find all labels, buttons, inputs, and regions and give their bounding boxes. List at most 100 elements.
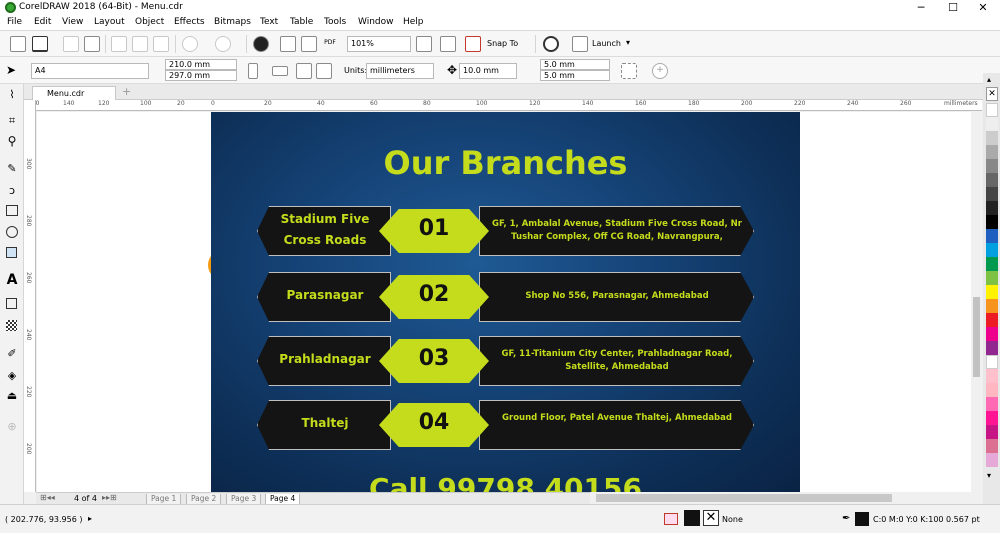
shape-tool-icon[interactable]: ⌇ bbox=[4, 88, 20, 104]
launch-button[interactable]: Launch bbox=[592, 39, 621, 48]
horizontal-ruler[interactable]: 160 140 120 100 20 0 20 40 60 80 100 120… bbox=[28, 100, 982, 111]
interactive-fill-tool-icon[interactable]: ◈ bbox=[4, 369, 20, 385]
zoom-level-field[interactable]: 101% bbox=[347, 36, 411, 52]
vertical-scrollbar[interactable] bbox=[971, 111, 982, 492]
color-swatch[interactable] bbox=[986, 383, 998, 397]
menu-object[interactable]: Object bbox=[135, 17, 164, 27]
polygon-tool-icon[interactable] bbox=[6, 247, 17, 258]
fill-indicator-icon[interactable] bbox=[664, 513, 678, 525]
redo-icon[interactable] bbox=[215, 36, 231, 52]
cut-icon[interactable] bbox=[111, 36, 127, 52]
color-swatch[interactable] bbox=[986, 229, 998, 243]
color-swatch[interactable] bbox=[986, 271, 998, 285]
menu-view[interactable]: View bbox=[62, 17, 83, 27]
export-icon[interactable] bbox=[301, 36, 317, 52]
page-size-select[interactable]: A4 bbox=[31, 63, 149, 79]
pick-tool-icon[interactable]: ➤ bbox=[6, 63, 22, 79]
crop-tool-icon[interactable]: ⌗ bbox=[4, 114, 20, 130]
design-heading[interactable]: Our Branches bbox=[211, 144, 800, 182]
branch-address-box[interactable] bbox=[479, 400, 754, 450]
zoom-page-icon[interactable] bbox=[440, 36, 456, 52]
close-button[interactable]: ✕ bbox=[968, 0, 998, 16]
menu-text[interactable]: Text bbox=[260, 17, 278, 27]
color-swatch[interactable] bbox=[986, 355, 998, 369]
no-fill-icon[interactable]: ✕ bbox=[703, 510, 719, 526]
design-footer-phone[interactable]: Call 99798 40156 bbox=[211, 472, 800, 492]
minimize-button[interactable]: ─ bbox=[906, 0, 936, 16]
snap-to-icon[interactable] bbox=[465, 36, 481, 52]
menu-layout[interactable]: Layout bbox=[94, 17, 125, 27]
color-swatch[interactable] bbox=[986, 159, 998, 173]
options-gear-icon[interactable] bbox=[543, 36, 559, 52]
color-swatch[interactable] bbox=[986, 145, 998, 159]
menu-bitmaps[interactable]: Bitmaps bbox=[214, 17, 251, 27]
status-expand-icon[interactable]: ▸ bbox=[88, 514, 92, 523]
all-pages-icon[interactable] bbox=[296, 63, 312, 79]
add-tool-icon[interactable]: ⊕ bbox=[4, 420, 20, 436]
document-tab[interactable]: Menu.cdr bbox=[32, 86, 116, 100]
next-page-icon[interactable]: ▸▸⊞ bbox=[102, 493, 117, 502]
smart-fill-tool-icon[interactable]: ⏏ bbox=[4, 389, 20, 405]
open-folder-icon[interactable] bbox=[32, 36, 48, 52]
nudge-distance-field[interactable]: 10.0 mm bbox=[459, 63, 517, 79]
color-swatch[interactable] bbox=[986, 327, 998, 341]
menu-window[interactable]: Window bbox=[358, 17, 394, 27]
drop-shadow-tool-icon[interactable] bbox=[6, 298, 17, 309]
landscape-icon[interactable] bbox=[272, 66, 288, 76]
palette-scroll-down-icon[interactable]: ▾ bbox=[987, 471, 991, 480]
color-swatch[interactable] bbox=[986, 173, 998, 187]
menu-help[interactable]: Help bbox=[403, 17, 424, 27]
text-tool-icon[interactable]: A bbox=[4, 272, 20, 288]
artistic-media-tool-icon[interactable]: ↄ bbox=[4, 184, 20, 200]
color-swatch[interactable] bbox=[986, 201, 998, 215]
menu-tools[interactable]: Tools bbox=[324, 17, 346, 27]
print-icon[interactable] bbox=[84, 36, 100, 52]
color-swatch[interactable] bbox=[986, 397, 998, 411]
menu-effects[interactable]: Effects bbox=[174, 17, 205, 27]
menu-file[interactable]: File bbox=[7, 17, 22, 27]
color-swatch[interactable] bbox=[986, 369, 998, 383]
current-page-icon[interactable] bbox=[316, 63, 332, 79]
horizontal-scrollbar[interactable] bbox=[590, 492, 982, 504]
units-select[interactable]: millimeters bbox=[366, 63, 434, 79]
transparency-tool-icon[interactable] bbox=[6, 320, 17, 331]
page-width-field[interactable]: 210.0 mm bbox=[165, 59, 237, 70]
search-content-icon[interactable] bbox=[253, 36, 269, 52]
eyedropper-tool-icon[interactable]: ✐ bbox=[4, 347, 20, 363]
snap-to-button[interactable]: Snap To bbox=[487, 39, 518, 48]
portrait-icon[interactable] bbox=[248, 63, 258, 79]
duplicate-x-field[interactable]: 5.0 mm bbox=[540, 59, 610, 70]
color-swatch[interactable] bbox=[986, 341, 998, 355]
no-color-swatch[interactable]: ✕ bbox=[986, 87, 998, 101]
freehand-tool-icon[interactable]: ✎ bbox=[4, 162, 20, 178]
page-height-field[interactable]: 297.0 mm bbox=[165, 70, 237, 81]
fill-swatch[interactable] bbox=[684, 510, 700, 526]
palette-scroll-up-icon[interactable]: ▴ bbox=[987, 75, 991, 84]
save-icon[interactable] bbox=[63, 36, 79, 52]
color-swatch[interactable] bbox=[986, 439, 998, 453]
paste-icon[interactable] bbox=[153, 36, 169, 52]
color-swatch[interactable] bbox=[986, 257, 998, 271]
menu-table[interactable]: Table bbox=[290, 17, 313, 27]
color-swatch[interactable] bbox=[986, 131, 998, 145]
color-swatch[interactable] bbox=[986, 285, 998, 299]
color-swatch[interactable] bbox=[986, 313, 998, 327]
new-document-icon[interactable] bbox=[10, 36, 26, 52]
ellipse-tool-icon[interactable] bbox=[6, 226, 18, 238]
color-swatch[interactable] bbox=[986, 299, 998, 313]
copy-icon[interactable] bbox=[132, 36, 148, 52]
add-property-icon[interactable]: + bbox=[652, 63, 668, 79]
zoom-tool-icon[interactable]: ⚲ bbox=[4, 134, 20, 150]
undo-icon[interactable] bbox=[182, 36, 198, 52]
outline-color-swatch[interactable] bbox=[855, 512, 869, 526]
rectangle-tool-icon[interactable] bbox=[6, 205, 18, 216]
import-icon[interactable] bbox=[280, 36, 296, 52]
vertical-ruler[interactable]: 300 280 260 240 220 200 bbox=[24, 100, 36, 492]
duplicate-y-field[interactable]: 5.0 mm bbox=[540, 70, 610, 81]
color-swatch[interactable] bbox=[986, 117, 998, 131]
new-tab-icon[interactable]: + bbox=[122, 85, 131, 98]
first-page-icon[interactable]: ⊞◂◂ bbox=[40, 493, 55, 502]
color-swatch[interactable] bbox=[986, 453, 998, 467]
page-artboard[interactable]: Our Branches Stadium Five Cross Roads GF… bbox=[211, 112, 800, 492]
color-swatch[interactable] bbox=[986, 215, 998, 229]
